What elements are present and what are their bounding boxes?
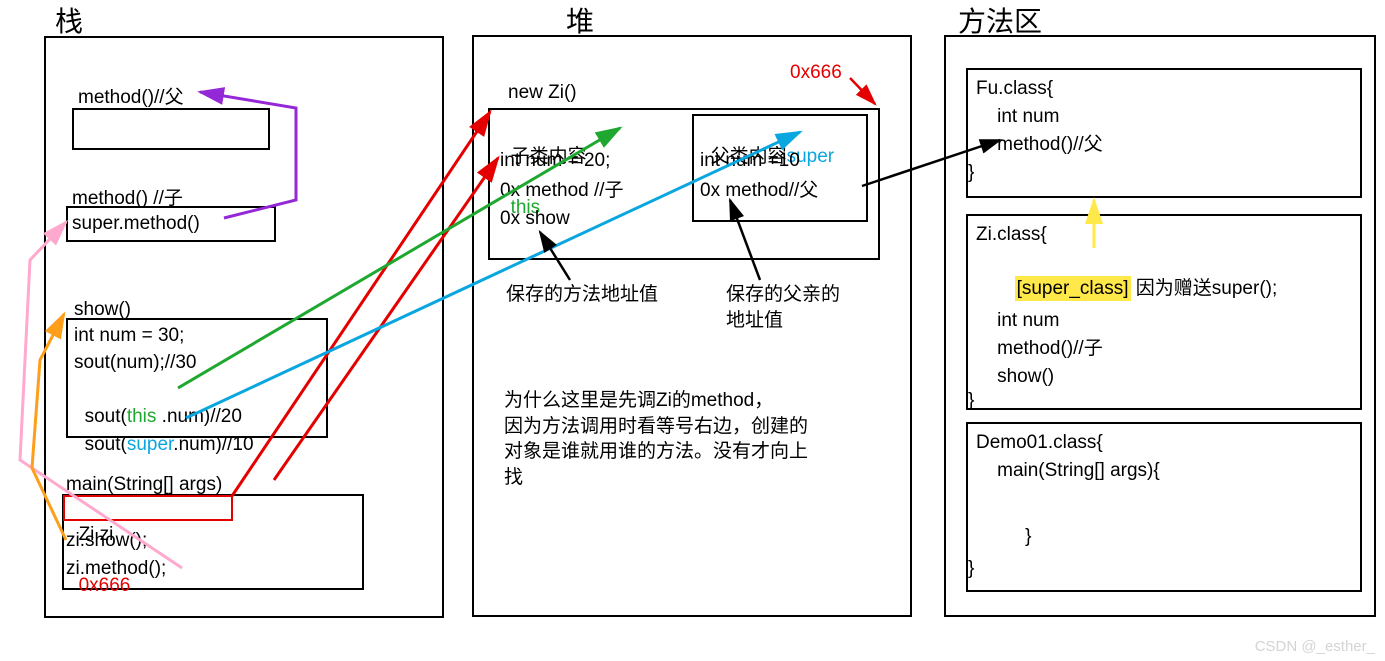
frame3-l4a: sout( xyxy=(85,434,127,455)
fu-l3: method()//父 xyxy=(976,132,1103,158)
demo-l1: Demo01.class{ xyxy=(976,430,1103,456)
heap-new-label: new Zi() xyxy=(508,80,577,106)
stack-frame4-l3: zi.method(); xyxy=(66,556,166,582)
header-heap: 堆 xyxy=(566,0,594,40)
zi-l5: show() xyxy=(976,364,1054,390)
zi-super-after: 因为赠送super(); xyxy=(1131,278,1278,299)
fu-l1: Fu.class{ xyxy=(976,76,1053,102)
demo-l4: } xyxy=(968,556,974,582)
frame3-super: super xyxy=(127,434,173,455)
zi-super-row: [super_class] 因为赠送super(); xyxy=(1004,250,1277,301)
watermark: CSDN @_esther_ xyxy=(1255,638,1375,655)
zi-l6: } xyxy=(968,388,974,414)
heap-note-left: 保存的方法地址值 xyxy=(506,282,658,308)
fu-l4: } xyxy=(968,160,974,186)
zi-l1: Zi.class{ xyxy=(976,222,1047,248)
fu-l2: int num xyxy=(976,104,1059,130)
heap-child-l2: 0x method //子 xyxy=(500,178,624,204)
heap-explain: 为什么这里是先调Zi的method， 因为方法调用时看等号右边，创建的 对象是谁… xyxy=(504,388,884,491)
demo-l3: } xyxy=(1004,524,1031,550)
heap-parent-l1: int num =10 xyxy=(700,148,800,174)
header-method-area: 方法区 xyxy=(958,0,1042,40)
heap-addr: 0x666 xyxy=(790,60,842,86)
frame3-l4c: .num)//10 xyxy=(173,434,253,455)
demo-l2: main(String[] args){ xyxy=(976,458,1160,484)
zi-l4: method()//子 xyxy=(976,336,1103,362)
zi-super-highlight: [super_class] xyxy=(1015,276,1131,302)
zi-l3: int num xyxy=(976,308,1059,334)
stack-frame1-label: method()//父 xyxy=(78,85,184,111)
stack-frame4-l2: zi.show(); xyxy=(66,528,147,554)
heap-child-l3: 0x show xyxy=(500,206,570,232)
stack-frame1-box xyxy=(72,108,270,150)
stack-frame3-l2: sout(num);//30 xyxy=(74,350,197,376)
stack-frame3-l4: sout(super.num)//10 xyxy=(74,406,254,457)
heap-note-right-2: 地址值 xyxy=(726,308,783,334)
heap-child-l1: int num = 20; xyxy=(500,148,610,174)
heap-parent-l2: 0x method//父 xyxy=(700,178,818,204)
stack-frame2-line2: super.method() xyxy=(72,211,200,237)
header-stack: 栈 xyxy=(55,0,83,40)
stack-frame3-l1: int num = 30; xyxy=(74,323,184,349)
heap-note-right-1: 保存的父亲的 xyxy=(726,282,840,308)
